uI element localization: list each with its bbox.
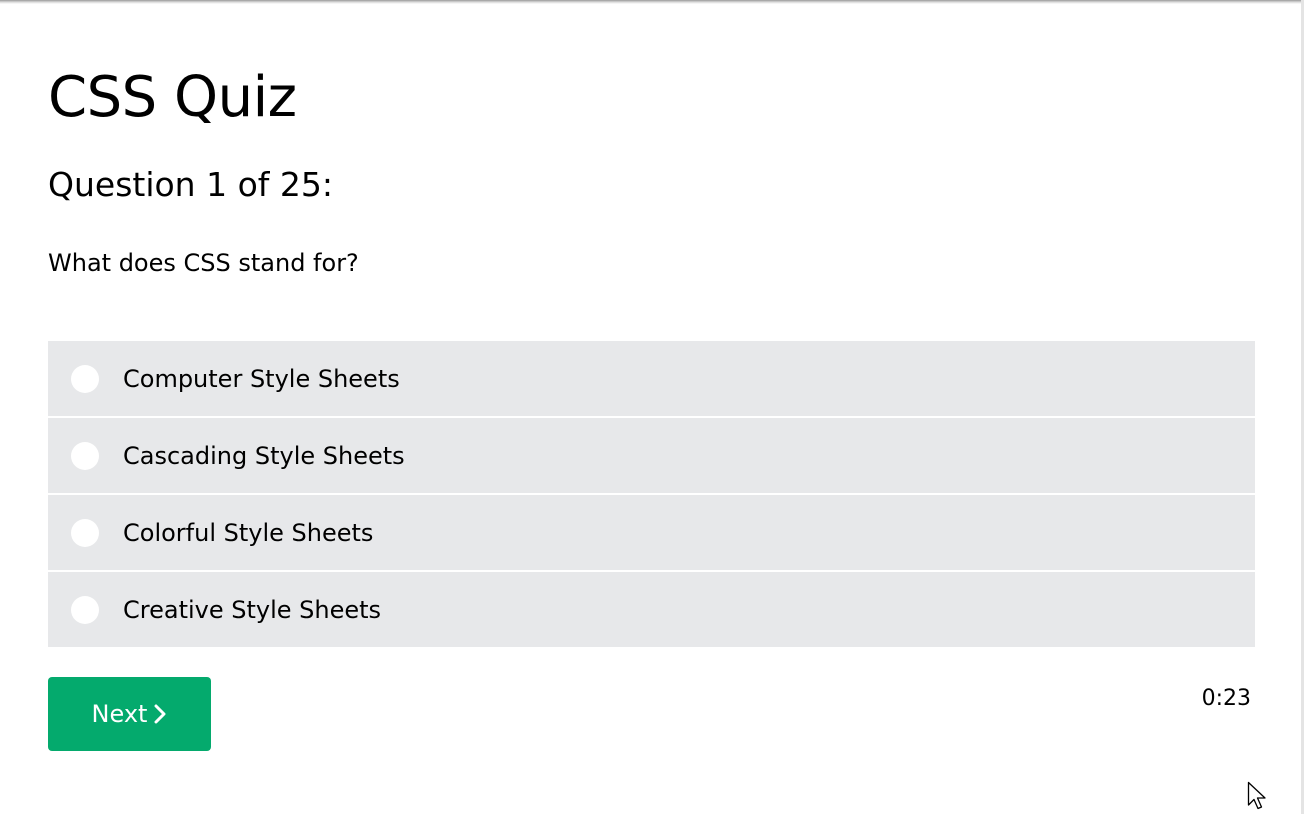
radio-unselected-icon[interactable] xyxy=(71,519,99,547)
mouse-pointer-icon xyxy=(1247,781,1266,810)
next-button[interactable]: Next xyxy=(48,677,211,751)
answer-option-label: Creative Style Sheets xyxy=(123,596,382,624)
question-counter: Question 1 of 25: xyxy=(48,165,333,204)
question-text: What does CSS stand for? xyxy=(48,249,359,277)
answer-option-label: Computer Style Sheets xyxy=(123,365,400,393)
answer-option-label: Cascading Style Sheets xyxy=(123,442,405,470)
radio-unselected-icon[interactable] xyxy=(71,442,99,470)
next-button-label: Next xyxy=(91,700,148,728)
answer-option-label: Colorful Style Sheets xyxy=(123,519,374,547)
answer-option[interactable]: Computer Style Sheets xyxy=(48,341,1255,416)
quiz-timer: 0:23 xyxy=(1201,686,1251,711)
answer-option[interactable]: Colorful Style Sheets xyxy=(48,495,1255,570)
answer-option[interactable]: Cascading Style Sheets xyxy=(48,418,1255,493)
answer-option[interactable]: Creative Style Sheets xyxy=(48,572,1255,647)
window-top-shadow xyxy=(0,0,1304,4)
radio-unselected-icon[interactable] xyxy=(71,596,99,624)
answer-options: Computer Style Sheets Cascading Style Sh… xyxy=(48,341,1255,647)
page-title: CSS Quiz xyxy=(48,65,297,130)
radio-unselected-icon[interactable] xyxy=(71,365,99,393)
chevron-right-icon xyxy=(154,704,166,724)
